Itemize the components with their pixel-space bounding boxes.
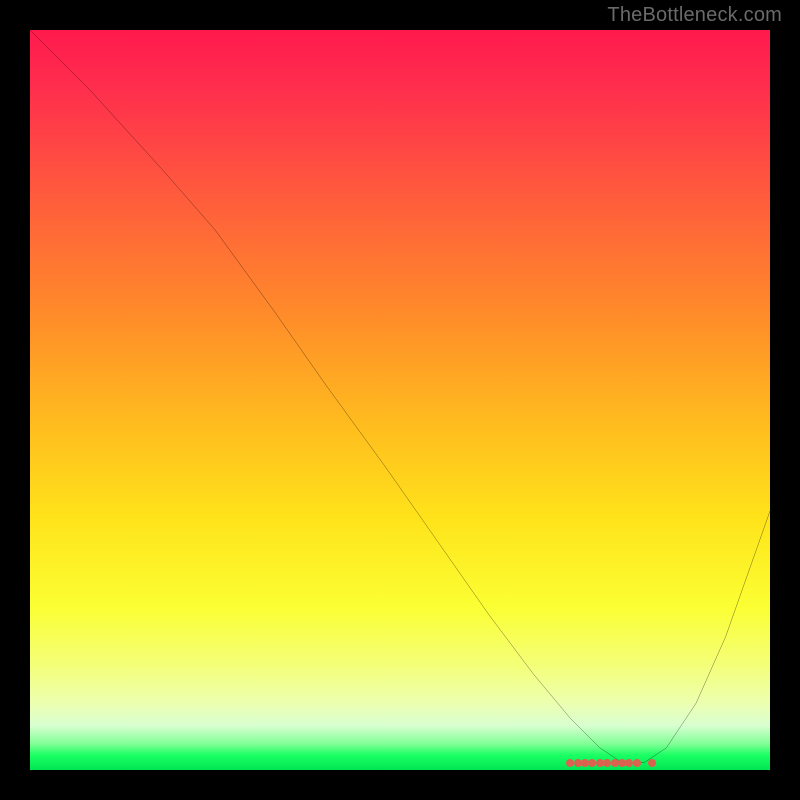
plot-area: [30, 30, 770, 770]
minimum-marker-dot: [648, 759, 656, 767]
watermark-text: TheBottleneck.com: [607, 4, 782, 27]
minimum-marker-dot: [633, 759, 641, 767]
minimum-marker-cluster: [30, 30, 770, 770]
